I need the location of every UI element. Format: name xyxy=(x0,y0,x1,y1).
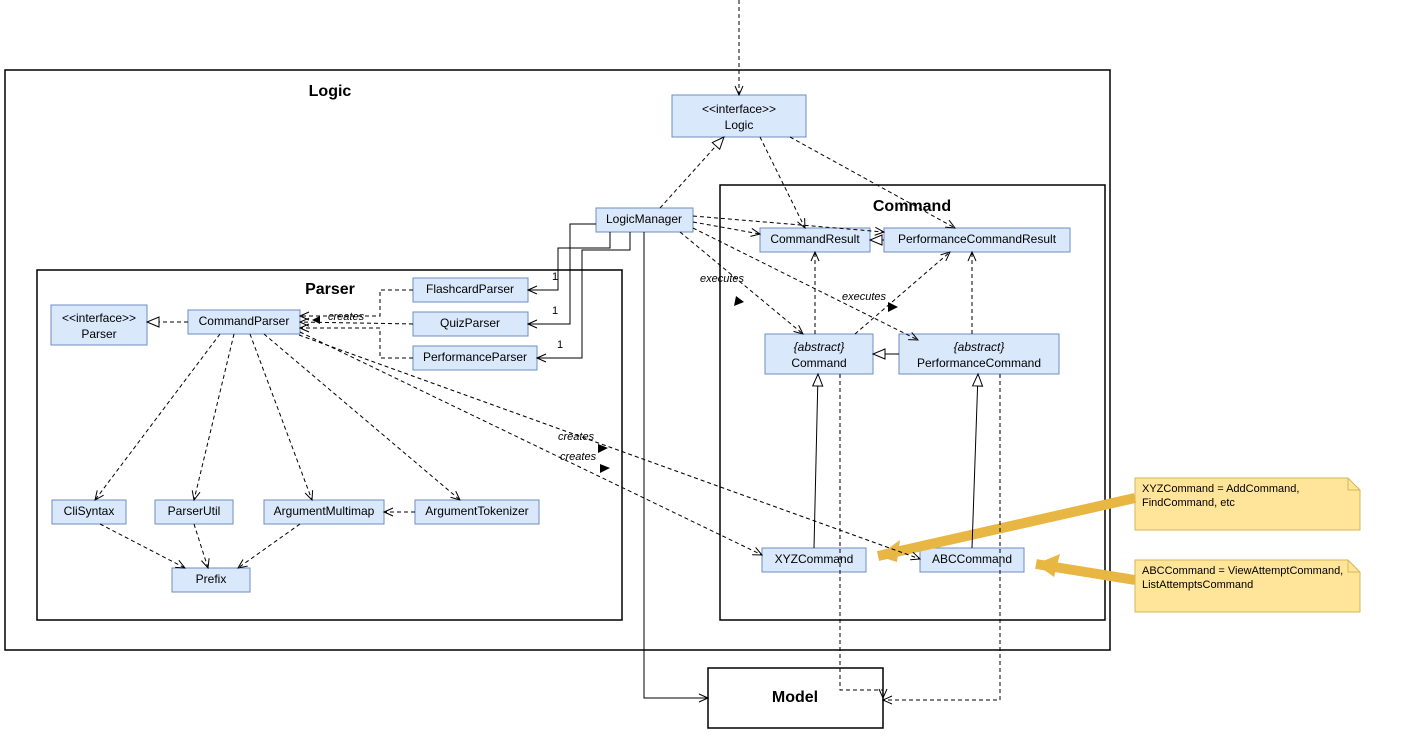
command-result-box: CommandResult xyxy=(760,228,870,252)
edge-lm-cr xyxy=(693,222,760,234)
parser-interface-box: <<interface>> Parser xyxy=(51,305,147,345)
abc-note: ABCCommand = ViewAttemptCommand, ListAtt… xyxy=(1135,560,1360,612)
svg-text:ArgumentTokenizer: ArgumentTokenizer xyxy=(425,504,528,518)
edge-lm-model xyxy=(644,232,708,698)
parser-package-title: Parser xyxy=(305,281,355,298)
svg-text:CommandResult: CommandResult xyxy=(770,232,860,246)
edge-lm-flashcardparser xyxy=(528,232,610,290)
edge-logic-commandresult xyxy=(760,137,805,228)
svg-text:Parser: Parser xyxy=(81,327,116,341)
abc-note-text: ABCCommand = ViewAttemptCommand, ListAtt… xyxy=(1142,565,1352,593)
parser-util-box: ParserUtil xyxy=(155,500,233,524)
xyz-note: XYZCommand = AddCommand, FindCommand, et… xyxy=(1135,478,1360,530)
edge-lm-command-label: executes xyxy=(700,273,745,285)
performance-command-result-box: PerformanceCommandResult xyxy=(884,228,1070,252)
command-package-title: Command xyxy=(873,198,951,215)
logic-package-title: Logic xyxy=(309,83,352,100)
performance-parser-box: PerformanceParser xyxy=(413,346,537,370)
svg-text:1: 1 xyxy=(552,271,558,283)
svg-text:Prefix: Prefix xyxy=(196,572,227,586)
edge-logicmanager-logic xyxy=(660,137,724,208)
svg-text:CliSyntax: CliSyntax xyxy=(64,504,115,518)
svg-text:1: 1 xyxy=(552,305,558,317)
svg-text:QuizParser: QuizParser xyxy=(440,316,500,330)
command-parser-box: CommandParser xyxy=(188,310,300,334)
abc-command-box: ABCCommand xyxy=(920,548,1024,572)
svg-text:FlashcardParser: FlashcardParser xyxy=(426,282,514,296)
svg-text:PerformanceCommand: PerformanceCommand xyxy=(917,356,1041,370)
svg-text:Command: Command xyxy=(791,356,846,370)
edge-cp-parserutil xyxy=(194,334,234,500)
flashcard-parser-box: FlashcardParser xyxy=(413,278,528,302)
argument-multimap-box: ArgumentMultimap xyxy=(264,500,384,524)
xyz-note-text: XYZCommand = AddCommand, FindCommand, et… xyxy=(1142,483,1352,511)
svg-text:<<interface>>: <<interface>> xyxy=(62,311,136,325)
edge-creates-cp-label: creates xyxy=(328,311,365,323)
edge-cp-argmultimap xyxy=(250,334,312,500)
edge-performance-commandparser xyxy=(300,328,413,358)
model-package-title: Model xyxy=(772,689,818,706)
svg-text:1: 1 xyxy=(557,339,563,351)
edge-cli-prefix xyxy=(100,524,185,568)
svg-text:ArgumentMultimap: ArgumentMultimap xyxy=(274,504,375,518)
abstract-command-box: {abstract} Command xyxy=(765,334,873,374)
svg-text:PerformanceCommandResult: PerformanceCommandResult xyxy=(898,232,1057,246)
quiz-parser-box: QuizParser xyxy=(413,312,528,336)
svg-text:LogicManager: LogicManager xyxy=(606,212,682,226)
abstract-performance-command-box: {abstract} PerformanceCommand xyxy=(899,334,1059,374)
edge-cp-clisyntax xyxy=(95,334,220,500)
edge-lm-perfcommand-label: executes xyxy=(842,291,887,303)
edge-abc-perfcmd xyxy=(972,374,978,548)
edge-cp-xyz-label: creates xyxy=(558,431,595,443)
svg-text:PerformanceParser: PerformanceParser xyxy=(423,350,527,364)
svg-text:{abstract}: {abstract} xyxy=(954,340,1005,354)
svg-text:{abstract}: {abstract} xyxy=(794,340,845,354)
xyz-note-arrow xyxy=(878,498,1135,556)
edge-lm-quizparser xyxy=(528,224,596,324)
xyz-command-box: XYZCommand xyxy=(762,548,866,572)
prefix-box: Prefix xyxy=(172,568,250,592)
svg-text:CommandParser: CommandParser xyxy=(199,314,290,328)
svg-text:Logic: Logic xyxy=(725,118,754,132)
argument-tokenizer-box: ArgumentTokenizer xyxy=(415,500,539,524)
cli-syntax-box: CliSyntax xyxy=(52,500,126,524)
svg-text:<<interface>>: <<interface>> xyxy=(702,102,776,116)
edge-cp-abc-label: creates xyxy=(560,451,597,463)
edge-lm-performanceparser xyxy=(537,232,630,358)
edge-argmm-prefix xyxy=(238,524,300,568)
logic-manager-box: LogicManager xyxy=(596,208,693,232)
svg-text:XYZCommand: XYZCommand xyxy=(775,552,854,566)
logic-interface-box: <<interface>> Logic xyxy=(672,95,806,137)
svg-text:ParserUtil: ParserUtil xyxy=(168,504,221,518)
edge-parserutil-prefix xyxy=(194,524,208,568)
